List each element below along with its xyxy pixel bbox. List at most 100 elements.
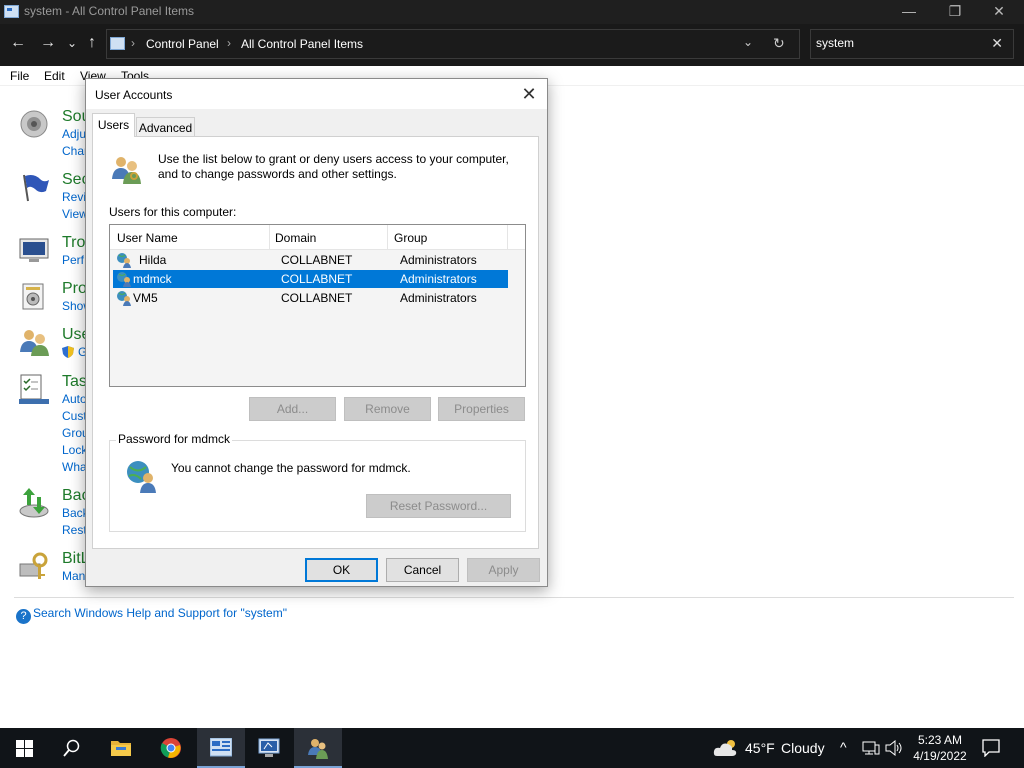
cp-item-link[interactable]: Perf (62, 253, 84, 267)
minimize-button[interactable]: — (886, 0, 932, 24)
user-group: Administrators (400, 291, 477, 305)
user-row-selected[interactable]: mdmck COLLABNET Administrators (113, 270, 508, 288)
column-divider[interactable] (269, 225, 270, 250)
intro-text: Use the list below to grant or deny user… (158, 152, 509, 181)
domain-user-icon (117, 291, 131, 306)
clock-time: 5:23 AM (917, 733, 963, 747)
divider (14, 597, 1014, 598)
user-properties-button[interactable]: Properties (438, 397, 525, 421)
domain-user-icon (127, 461, 156, 493)
user-accounts-taskbar-button[interactable] (294, 728, 342, 768)
menu-edit[interactable]: Edit (44, 69, 65, 83)
user-row[interactable]: VM5 COLLABNET Administrators (113, 289, 508, 307)
cp-item-link[interactable]: Rest (62, 523, 87, 537)
system-clock[interactable]: 5:23 AM 4/19/2022 (905, 732, 975, 764)
start-button[interactable] (0, 728, 48, 768)
cp-item-title[interactable]: Pro (62, 280, 87, 298)
control-panel-taskbar-button[interactable] (197, 728, 245, 768)
domain-user-icon (117, 272, 131, 287)
reset-password-button[interactable]: Reset Password... (366, 494, 511, 518)
notifications-icon[interactable] (982, 739, 1000, 757)
dialog-close-button[interactable]: ✕ (519, 84, 539, 105)
key-drive-icon (19, 552, 48, 579)
computer-icon (258, 738, 280, 757)
search-icon (63, 739, 80, 757)
recent-locations-button[interactable]: ⌄ (62, 36, 82, 50)
column-header-group[interactable]: Group (394, 231, 427, 245)
control-panel-icon (110, 37, 125, 50)
users-icon (20, 330, 49, 356)
up-button[interactable]: ↑ (82, 34, 102, 52)
users-icon (308, 739, 328, 759)
clear-search-button[interactable]: ✕ (991, 35, 1003, 52)
add-user-button[interactable]: Add... (249, 397, 336, 421)
file-explorer-taskbar-button[interactable] (97, 728, 145, 768)
cloudy-weather-icon (713, 740, 737, 756)
tab-advanced[interactable]: Advanced (136, 117, 195, 137)
apply-button[interactable]: Apply (467, 558, 540, 582)
navigation-bar: ← → ⌄ ↑ › Control Panel › All Control Pa… (0, 24, 1024, 66)
users-list[interactable]: User Name Domain Group Hilda COLLABNET A… (109, 224, 526, 387)
user-domain: COLLABNET (281, 253, 353, 267)
cp-item-link[interactable]: Adju (62, 127, 86, 141)
cp-item-link[interactable]: Man (62, 569, 85, 583)
chrome-taskbar-button[interactable] (147, 728, 195, 768)
search-input[interactable] (816, 36, 986, 50)
cp-item-link[interactable]: Wha (62, 460, 87, 474)
users-list-label: Users for this computer: (109, 205, 237, 219)
back-button[interactable]: ← (8, 34, 28, 52)
breadcrumb-all-items[interactable]: All Control Panel Items (241, 37, 363, 51)
windows-logo-icon (16, 740, 33, 757)
window-title: system - All Control Panel Items (24, 4, 195, 18)
user-group: Administrators (400, 272, 477, 286)
speaker-icon (20, 110, 48, 138)
shield-icon (62, 346, 74, 358)
remove-user-button[interactable]: Remove (344, 397, 431, 421)
restore-button[interactable]: ❐ (932, 0, 978, 24)
ok-button[interactable]: OK (305, 558, 378, 582)
help-search-link[interactable]: ? Search Windows Help and Support for "sy… (16, 606, 287, 624)
address-dropdown-button[interactable]: ⌄ (743, 35, 753, 49)
menu-file[interactable]: File (10, 69, 29, 83)
search-taskbar-button[interactable] (48, 728, 96, 768)
search-box[interactable]: ✕ (810, 29, 1014, 59)
control-panel-icon (210, 738, 232, 757)
breadcrumb-control-panel[interactable]: Control Panel (146, 37, 219, 51)
column-divider[interactable] (507, 225, 508, 250)
weather-condition[interactable]: Cloudy (781, 740, 825, 756)
users-icon (112, 157, 141, 184)
clock-date: 4/19/2022 (913, 749, 967, 763)
cp-item-link[interactable]: Lock (62, 443, 87, 457)
chrome-icon (160, 738, 181, 758)
user-accounts-dialog: User Accounts ✕ Advanced Use the list be… (85, 78, 548, 587)
user-row[interactable]: Hilda COLLABNET Administrators (113, 251, 508, 269)
column-header-user-name[interactable]: User Name (117, 231, 178, 245)
cp-item-link[interactable]: Auto (62, 392, 87, 406)
forward-button[interactable]: → (38, 34, 58, 52)
tray-chevron-icon[interactable]: ^ (840, 739, 847, 755)
breadcrumb-separator: › (131, 36, 135, 50)
cp-item-link[interactable]: Cust (62, 409, 87, 423)
flag-icon (23, 174, 49, 202)
task-list-icon (19, 374, 49, 404)
close-window-button[interactable]: ✕ (976, 0, 1022, 24)
tab-users[interactable]: Users (92, 113, 135, 137)
network-icon[interactable] (862, 741, 880, 755)
column-header-domain[interactable]: Domain (275, 231, 316, 245)
control-panel-icon (4, 5, 19, 18)
system-taskbar-button[interactable] (245, 728, 293, 768)
cp-item-link[interactable]: Revi (62, 190, 86, 204)
help-search-label[interactable]: Search Windows Help and Support for "sys… (33, 606, 287, 620)
user-name: VM5 (133, 291, 158, 305)
address-box[interactable]: › Control Panel › All Control Panel Item… (106, 29, 800, 59)
breadcrumb-separator: › (227, 36, 231, 50)
user-domain: COLLABNET (281, 291, 353, 305)
weather-temperature[interactable]: 45°F (745, 740, 775, 756)
refresh-button[interactable]: ↻ (773, 35, 785, 52)
volume-icon[interactable] (885, 740, 903, 756)
cp-item-link[interactable]: View (62, 207, 88, 221)
user-name: mdmck (133, 272, 172, 286)
cancel-button[interactable]: Cancel (386, 558, 459, 582)
column-divider[interactable] (387, 225, 388, 250)
backup-icon (19, 488, 49, 518)
